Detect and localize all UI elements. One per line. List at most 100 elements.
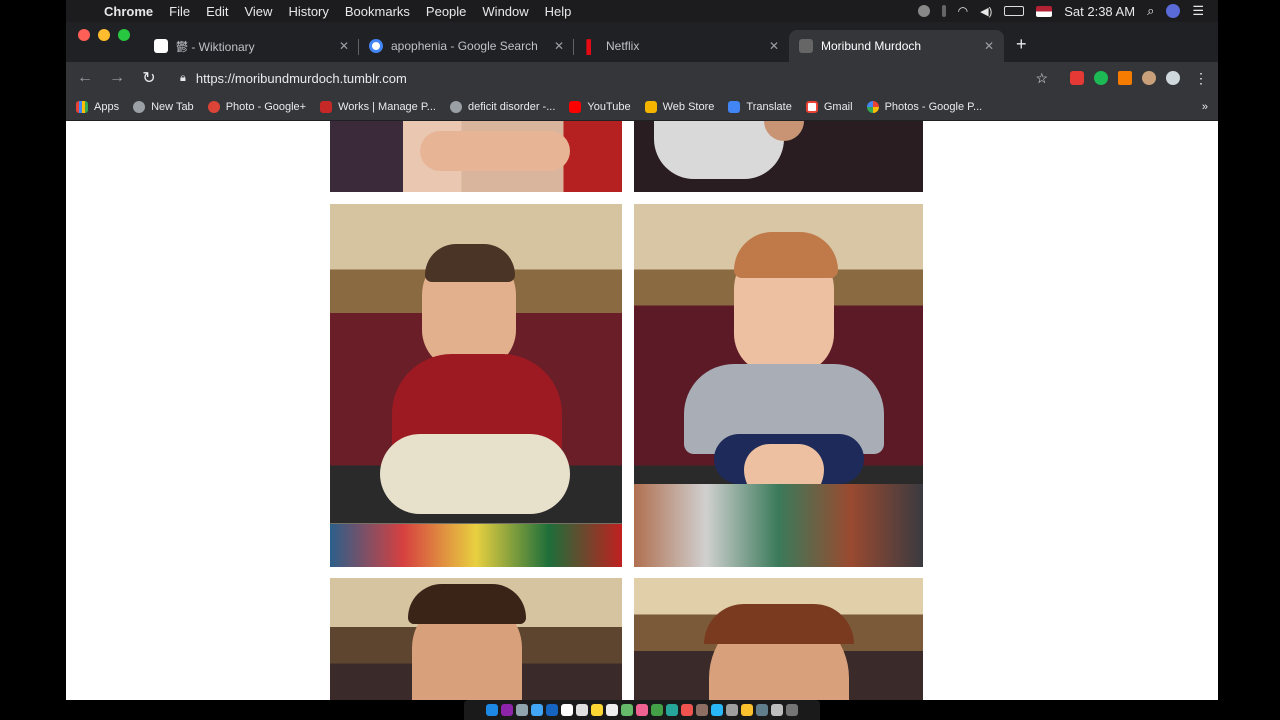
reminders-icon[interactable]: [606, 704, 618, 716]
google-favicon-icon: [369, 39, 383, 53]
google-icon: [133, 101, 146, 113]
contacts-icon[interactable]: [561, 704, 573, 716]
gmail-icon: [805, 101, 818, 113]
spotlight-search-icon[interactable]: ⌕: [1147, 3, 1154, 19]
bluetooth-icon[interactable]: [941, 5, 946, 17]
finder-icon[interactable]: [486, 704, 498, 716]
close-tab-icon[interactable]: ✕: [554, 39, 564, 53]
tab-netflix[interactable]: ▌ Netflix ✕: [574, 30, 789, 62]
facetime-icon[interactable]: [666, 704, 678, 716]
bookmark-label: New Tab: [151, 101, 194, 113]
system-preferences-icon[interactable]: [726, 704, 738, 716]
lock-icon[interactable]: 🔒︎: [180, 72, 186, 85]
tab-google-search[interactable]: apophenia - Google Search ✕: [359, 30, 574, 62]
tab-strip: 鬱 - Wiktionary ✕ apophenia - Google Sear…: [66, 22, 1218, 62]
extensions-area: [1070, 71, 1180, 85]
safari-icon[interactable]: [531, 704, 543, 716]
ibooks-icon[interactable]: [696, 704, 708, 716]
bookmark-apps[interactable]: Apps: [76, 101, 119, 113]
chrome-menu-icon[interactable]: ⋮: [1194, 70, 1208, 87]
menu-file[interactable]: File: [161, 4, 198, 19]
bookmark-new-tab[interactable]: New Tab: [133, 101, 194, 113]
photo-tile[interactable]: [634, 204, 923, 567]
bookmark-deficit-disorder[interactable]: deficit disorder -...: [449, 101, 555, 113]
messages-icon[interactable]: [651, 704, 663, 716]
bookmark-google-photos[interactable]: Photos - Google P...: [866, 101, 982, 113]
notification-center-icon[interactable]: ☰: [1192, 3, 1204, 19]
extension-green-icon[interactable]: [1094, 71, 1108, 85]
extension-red-icon[interactable]: [1070, 71, 1084, 85]
reload-button[interactable]: ↻: [140, 68, 158, 88]
clock[interactable]: Sat 2:38 AM: [1064, 4, 1135, 19]
siri-status-icon[interactable]: [917, 5, 930, 17]
close-tab-icon[interactable]: ✕: [984, 39, 994, 53]
extension-orange-icon[interactable]: [1118, 71, 1132, 85]
notes-icon[interactable]: [591, 704, 603, 716]
address-bar[interactable]: 🔒︎ https://moribundmurdoch.tumblr.com ☆: [172, 66, 1056, 90]
menu-people[interactable]: People: [418, 4, 474, 19]
tab-wiktionary[interactable]: 鬱 - Wiktionary ✕: [144, 30, 359, 62]
chrome-icon[interactable]: [741, 704, 753, 716]
minimize-window-button[interactable]: [98, 29, 110, 41]
input-source-flag-icon[interactable]: [1036, 5, 1053, 17]
url-text[interactable]: https://moribundmurdoch.tumblr.com: [196, 71, 407, 86]
terminal-icon[interactable]: [756, 704, 768, 716]
wifi-icon[interactable]: ◠: [958, 4, 968, 18]
extension-tan-icon[interactable]: [1142, 71, 1156, 85]
tab-title: apophenia - Google Search: [391, 39, 538, 53]
bookmark-label: Web Store: [662, 101, 715, 113]
menu-bookmarks[interactable]: Bookmarks: [337, 4, 418, 19]
user-avatar-icon[interactable]: [1166, 4, 1181, 18]
menu-edit[interactable]: Edit: [198, 4, 236, 19]
apps-grid-icon: [76, 101, 88, 113]
photo-tile[interactable]: [634, 121, 923, 192]
translate-icon: [728, 101, 741, 113]
launchpad-icon[interactable]: [516, 704, 528, 716]
bookmark-label: Photo - Google+: [225, 101, 307, 113]
photo-tile[interactable]: [634, 578, 923, 700]
photos-icon[interactable]: [636, 704, 648, 716]
trash-icon[interactable]: [786, 704, 798, 716]
bookmarks-overflow-icon[interactable]: »: [1202, 101, 1208, 113]
profile-avatar-icon[interactable]: [1166, 71, 1180, 85]
bookmark-web-store[interactable]: Web Store: [644, 101, 715, 113]
bookmark-youtube[interactable]: YouTube: [569, 101, 631, 113]
menu-history[interactable]: History: [280, 4, 336, 19]
macos-menu-bar: Chrome File Edit View History Bookmarks …: [66, 0, 1218, 22]
menu-view[interactable]: View: [236, 4, 280, 19]
back-button[interactable]: ←: [76, 69, 94, 87]
bookmark-label: Works | Manage P...: [338, 101, 436, 113]
bookmark-star-icon[interactable]: ☆: [1035, 70, 1048, 87]
bookmark-gmail[interactable]: Gmail: [805, 101, 853, 113]
maps-icon[interactable]: [621, 704, 633, 716]
close-tab-icon[interactable]: ✕: [769, 39, 779, 53]
menu-window[interactable]: Window: [474, 4, 536, 19]
photo-tile[interactable]: [330, 204, 622, 567]
photo-tile[interactable]: [330, 121, 622, 192]
battery-icon[interactable]: [1004, 6, 1025, 16]
close-tab-icon[interactable]: ✕: [339, 39, 349, 53]
volume-icon[interactable]: ◀): [980, 5, 992, 18]
netflix-favicon-icon: ▌: [586, 38, 596, 54]
status-area: ◠ ◀) Sat 2:38 AM ⌕ ☰: [917, 3, 1218, 19]
close-window-button[interactable]: [78, 29, 90, 41]
siri-icon[interactable]: [501, 704, 513, 716]
chrome-window: 鬱 - Wiktionary ✕ apophenia - Google Sear…: [66, 22, 1218, 700]
photo-tile[interactable]: [330, 578, 622, 700]
app-store-icon[interactable]: [711, 704, 723, 716]
app-menu-chrome[interactable]: Chrome: [96, 4, 161, 19]
bookmark-label: YouTube: [587, 101, 631, 113]
google-photos-icon: [866, 101, 879, 113]
forward-button[interactable]: →: [108, 69, 126, 87]
music-icon[interactable]: [681, 704, 693, 716]
bookmark-photo-google-plus[interactable]: Photo - Google+: [207, 101, 307, 113]
downloads-stack-icon[interactable]: [771, 704, 783, 716]
bookmark-translate[interactable]: Translate: [728, 101, 792, 113]
calendar-icon[interactable]: [576, 704, 588, 716]
mail-icon[interactable]: [546, 704, 558, 716]
bookmark-works-manage[interactable]: Works | Manage P...: [320, 101, 436, 113]
zoom-window-button[interactable]: [118, 29, 130, 41]
tab-moribund-murdoch[interactable]: Moribund Murdoch ✕: [789, 30, 1004, 62]
menu-help[interactable]: Help: [537, 4, 580, 19]
new-tab-button[interactable]: +: [1004, 34, 1039, 62]
